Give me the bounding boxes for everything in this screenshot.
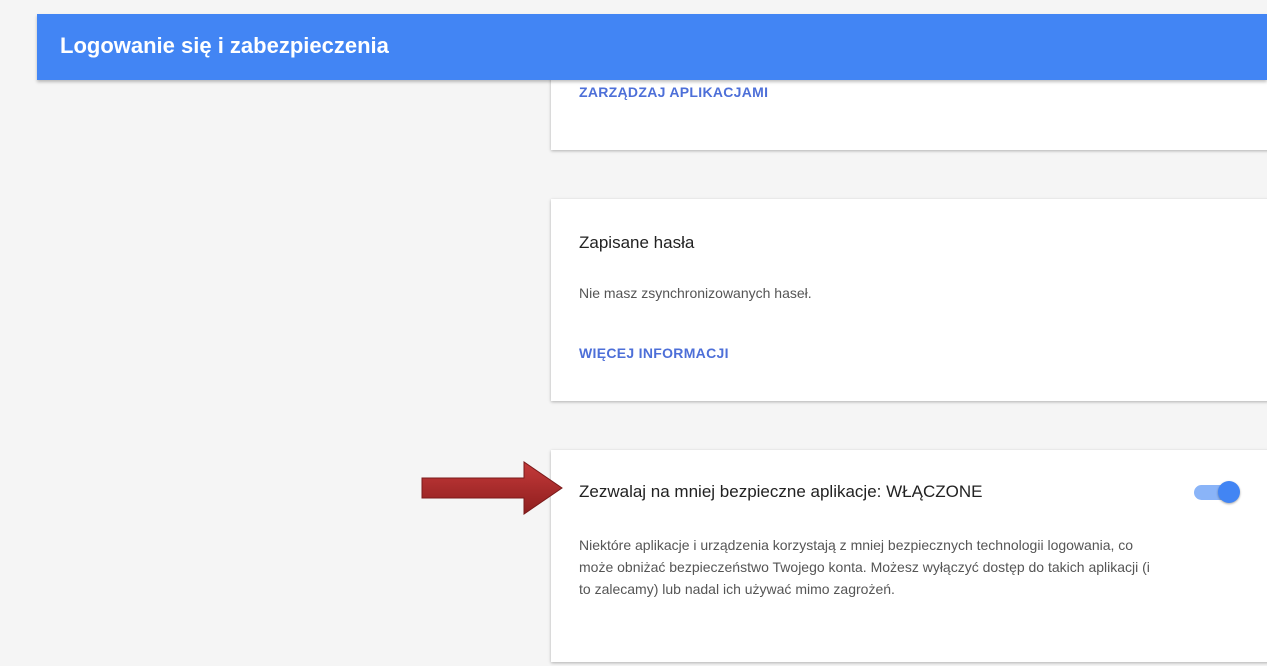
less-secure-apps-description: Niektóre aplikacje i urządzenia korzysta… (579, 537, 1150, 597)
red-arrow-icon (421, 461, 563, 515)
less-secure-apps-title: Zezwalaj na mniej bezpieczne aplikacje: … (579, 482, 983, 501)
less-secure-apps-toggle[interactable] (1194, 481, 1240, 503)
saved-passwords-card: Zapisane hasła Nie masz zsynchronizowany… (551, 199, 1267, 401)
main-content: ZARZĄDZAJ APLIKACJAMI Zapisane hasła Nie… (37, 70, 1267, 666)
saved-passwords-description: Nie masz zsynchronizowanych haseł. (579, 285, 812, 301)
connected-apps-card: ZARZĄDZAJ APLIKACJAMI (551, 70, 1267, 150)
toggle-knob (1218, 481, 1240, 503)
more-info-link[interactable]: WIĘCEJ INFORMACJI (579, 345, 729, 361)
app-header: Logowanie się i zabezpieczenia (37, 14, 1267, 80)
less-secure-apps-card: Zezwalaj na mniej bezpieczne aplikacje: … (551, 450, 1267, 662)
saved-passwords-title: Zapisane hasła (579, 233, 695, 252)
manage-apps-link[interactable]: ZARZĄDZAJ APLIKACJAMI (579, 84, 768, 100)
page-title: Logowanie się i zabezpieczenia (60, 33, 389, 58)
